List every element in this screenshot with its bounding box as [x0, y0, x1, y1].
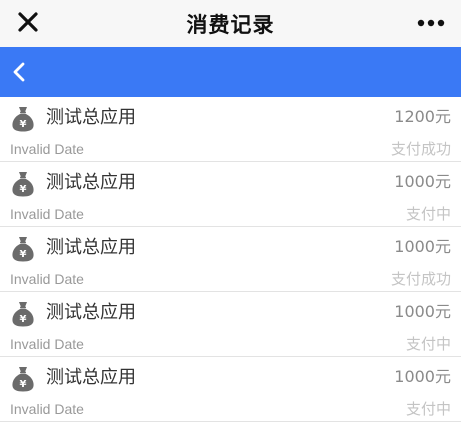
svg-text:¥: ¥ [20, 314, 27, 325]
more-button[interactable] [411, 8, 451, 38]
money-bag-icon: ¥ [12, 237, 34, 262]
close-button[interactable] [10, 4, 46, 40]
record-list: ¥ 测试总应用 1200元 Invalid Date 支付成功 ¥ 测试总应用 … [0, 97, 461, 422]
record-item[interactable]: ¥ 测试总应用 1000元 Invalid Date 支付成功 [0, 227, 461, 292]
record-status: 支付成功 [390, 140, 451, 158]
record-date: Invalid Date [10, 141, 84, 157]
record-date: Invalid Date [10, 206, 84, 222]
chevron-left-icon [13, 62, 25, 82]
money-bag-icon: ¥ [12, 107, 34, 132]
money-bag-icon: ¥ [12, 302, 34, 327]
record-app-name: 测试总应用 [46, 302, 136, 323]
svg-text:¥: ¥ [20, 379, 27, 390]
record-status: 支付中 [405, 205, 451, 223]
svg-text:¥: ¥ [20, 119, 27, 130]
back-button[interactable] [2, 55, 36, 89]
close-icon [18, 12, 38, 32]
record-amount: 1000元 [394, 302, 451, 321]
svg-text:¥: ¥ [20, 249, 27, 260]
record-status: 支付中 [405, 400, 451, 418]
record-amount: 1000元 [394, 367, 451, 386]
record-date: Invalid Date [10, 271, 84, 287]
record-amount: 1200元 [394, 107, 451, 126]
money-bag-icon: ¥ [12, 367, 34, 392]
more-dots-icon [417, 19, 445, 27]
svg-text:¥: ¥ [20, 184, 27, 195]
record-item[interactable]: ¥ 测试总应用 1000元 Invalid Date 支付中 [0, 162, 461, 227]
record-amount: 1000元 [394, 172, 451, 191]
record-app-name: 测试总应用 [46, 107, 136, 128]
record-app-name: 测试总应用 [46, 237, 136, 258]
money-bag-icon: ¥ [12, 172, 34, 197]
record-date: Invalid Date [10, 401, 84, 417]
record-date: Invalid Date [10, 336, 84, 352]
record-item[interactable]: ¥ 测试总应用 1000元 Invalid Date 支付中 [0, 357, 461, 422]
page-title: 消费记录 [186, 12, 275, 37]
record-item[interactable]: ¥ 测试总应用 1200元 Invalid Date 支付成功 [0, 97, 461, 162]
record-status: 支付中 [405, 335, 451, 353]
nav-bar [0, 47, 461, 97]
record-app-name: 测试总应用 [46, 172, 136, 193]
title-bar: 消费记录 [0, 0, 461, 47]
record-amount: 1000元 [394, 237, 451, 256]
record-item[interactable]: ¥ 测试总应用 1000元 Invalid Date 支付中 [0, 292, 461, 357]
record-status: 支付成功 [390, 270, 451, 288]
record-app-name: 测试总应用 [46, 367, 136, 388]
